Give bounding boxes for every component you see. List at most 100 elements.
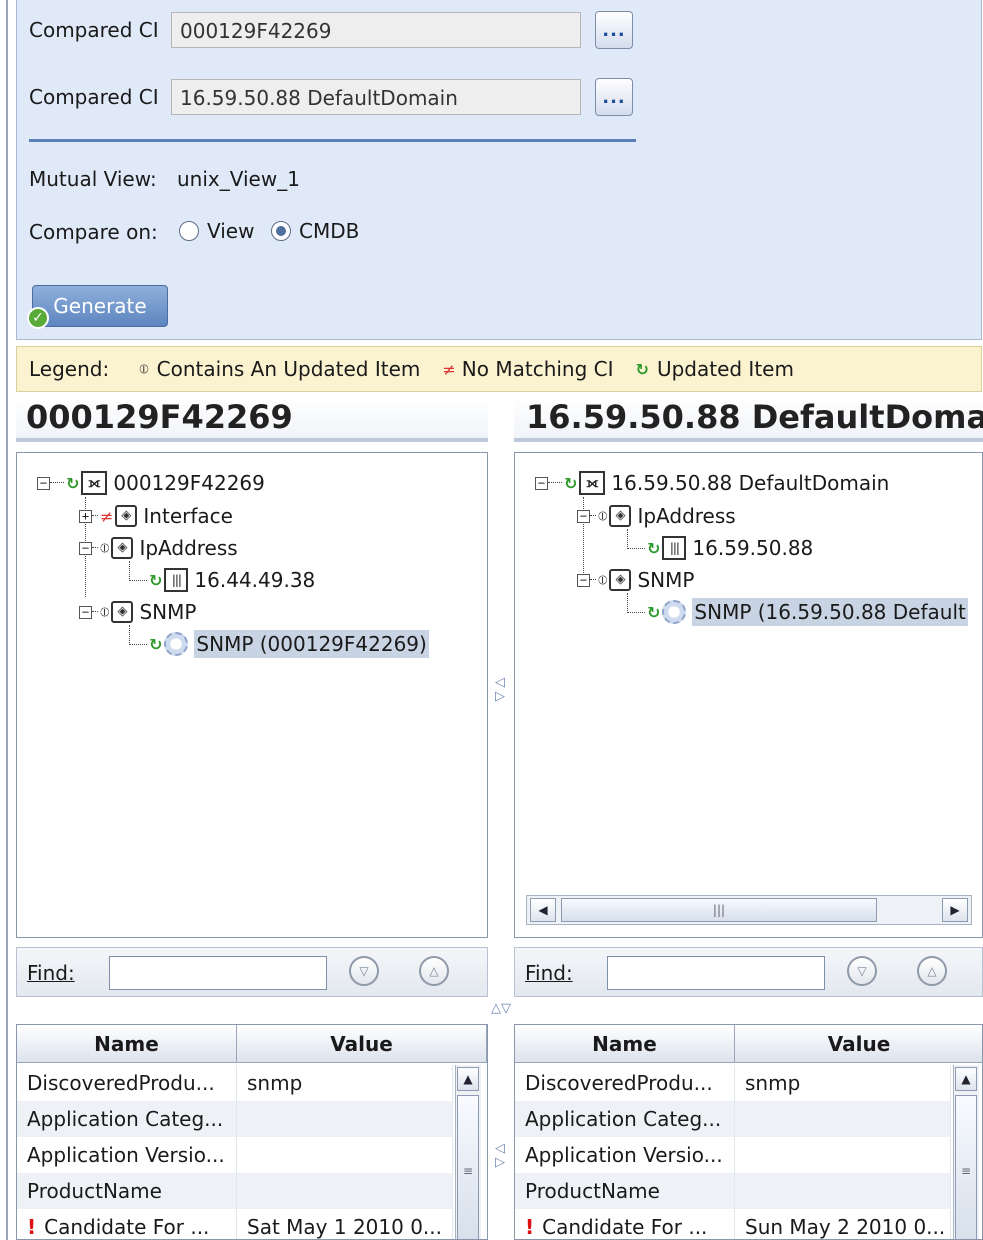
table-cell-value: Sun May 2 2010 0...: [735, 1209, 951, 1239]
contains-updated-icon: ⦶: [598, 508, 608, 524]
snmp-gear-icon: [164, 632, 189, 656]
horizontal-scrollbar[interactable]: ◀ ||| ▶: [526, 895, 972, 925]
left-find-bar: Find: ▽ △: [16, 947, 488, 997]
radio-view-button[interactable]: [179, 221, 199, 241]
tree-node-snmp[interactable]: − ⦶ ◈ SNMP: [577, 565, 694, 595]
contains-updated-icon: ⦶: [139, 361, 149, 377]
table-cell-value: snmp: [237, 1065, 453, 1101]
tree-node-snmp-item[interactable]: ↻ SNMP (16.59.50.88 Default: [645, 597, 968, 627]
find-next-icon[interactable]: ▽: [349, 956, 379, 986]
ci-cube-icon: ◈: [115, 505, 138, 527]
table-cell-value: [735, 1173, 951, 1209]
scroll-left-icon[interactable]: ◀: [530, 898, 556, 922]
scroll-up-icon[interactable]: ▲: [955, 1067, 977, 1091]
scrollbar-thumb[interactable]: ≡: [955, 1095, 977, 1239]
host-icon: ⟗: [81, 471, 108, 495]
table-row-candidate: ! Candidate For ...: [515, 1209, 735, 1239]
contains-updated-icon: ⦶: [100, 604, 110, 620]
ci-cube-icon: ◈: [609, 505, 632, 527]
tree-node-ip-value[interactable]: ↻ ||| 16.59.50.88: [645, 533, 813, 563]
table-cell-name: Application Versio...: [515, 1137, 735, 1173]
radio-cmdb-button[interactable]: [271, 221, 291, 241]
tree-node-label: SNMP: [139, 600, 197, 624]
updated-item-icon: ↻: [564, 473, 578, 493]
column-header-name[interactable]: Name: [515, 1025, 735, 1063]
tree-node-label: IpAddress: [637, 504, 736, 528]
compared-ci-1-label: Compared CI: [29, 18, 159, 42]
compared-ci-1-field[interactable]: 000129F42269: [171, 12, 581, 48]
column-header-name[interactable]: Name: [17, 1025, 237, 1063]
column-header-value[interactable]: Value: [237, 1025, 487, 1063]
find-next-icon[interactable]: ▽: [847, 956, 877, 986]
tree-node-label: 16.59.50.88 DefaultDomain: [611, 471, 890, 495]
expand-icon[interactable]: +: [79, 509, 92, 523]
vertical-scrollbar[interactable]: ▲ ≡: [953, 1065, 979, 1239]
tree-node-ipaddress[interactable]: − ⦶ ◈ IpAddress: [79, 533, 238, 563]
find-input[interactable]: [109, 956, 327, 990]
ci-cube-icon: ◈: [111, 537, 134, 559]
tree-node-ipaddress[interactable]: − ⦶ ◈ IpAddress: [577, 501, 736, 531]
tree-node-snmp[interactable]: − ⦶ ◈ SNMP: [79, 597, 196, 627]
generate-button[interactable]: Generate: [32, 285, 168, 327]
column-header-value[interactable]: Value: [735, 1025, 982, 1063]
tree-node-label: 000129F42269: [113, 471, 265, 495]
updated-item-icon: ↻: [149, 634, 163, 654]
collapse-icon[interactable]: −: [577, 509, 590, 523]
right-properties-table[interactable]: Name Value DiscoveredProdu... snmp Appli…: [514, 1024, 983, 1240]
host-icon: ⟗: [579, 471, 606, 495]
find-previous-icon[interactable]: △: [419, 956, 449, 986]
vertical-scrollbar[interactable]: ▲ ≡: [455, 1065, 481, 1239]
table-cell-value: [237, 1137, 453, 1173]
radio-view-label: View: [207, 219, 255, 243]
collapse-icon[interactable]: −: [577, 573, 590, 587]
mutual-view-value: unix_View_1: [177, 167, 300, 191]
tree-node-interface[interactable]: + ≠ ◈ Interface: [79, 501, 233, 531]
find-label: Find:: [27, 961, 75, 985]
tree-node-label-selected: SNMP (16.59.50.88 Default: [692, 598, 968, 626]
tree-node-ip-value[interactable]: ↻ ||| 16.44.49.38: [147, 565, 315, 595]
updated-item-icon: ↻: [66, 473, 80, 493]
browse-ci-2-button[interactable]: ...: [595, 78, 633, 116]
scrollbar-thumb[interactable]: ≡: [457, 1095, 479, 1239]
compared-ci-2-field[interactable]: 16.59.50.88 DefaultDomain: [171, 79, 581, 115]
left-tree-pane[interactable]: − ↻ ⟗ 000129F42269 + ≠ ◈ Interface − ⦶ ◈…: [16, 452, 488, 938]
scrollbar-thumb[interactable]: |||: [561, 898, 877, 922]
browse-ci-1-button[interactable]: ...: [595, 11, 633, 49]
scroll-up-icon[interactable]: ▲: [457, 1067, 479, 1091]
collapse-icon[interactable]: −: [79, 605, 92, 619]
window-left-border: [6, 0, 8, 1240]
find-input[interactable]: [607, 956, 825, 990]
check-icon: ✓: [27, 307, 49, 329]
splitter-arrows-icon[interactable]: ◁ ▷: [491, 1142, 509, 1170]
mutual-view-label: Mutual View:: [29, 167, 157, 191]
collapse-icon[interactable]: −: [79, 541, 92, 555]
updated-item-icon: ↻: [635, 359, 649, 379]
collapse-icon[interactable]: −: [37, 476, 50, 490]
table-cell-value: [735, 1137, 951, 1173]
ip-address-icon: |||: [662, 536, 687, 560]
collapse-icon[interactable]: −: [535, 476, 548, 490]
tree-node-snmp-item[interactable]: ↻ SNMP (000129F42269): [147, 629, 429, 659]
table-cell-name: Candidate For ...: [44, 1215, 210, 1239]
tree-node-label: 16.59.50.88: [692, 536, 814, 560]
left-properties-table[interactable]: Name Value DiscoveredProdu... snmp Appli…: [16, 1024, 488, 1240]
radio-cmdb-option[interactable]: CMDB: [271, 219, 359, 243]
table-cell-value: [237, 1173, 453, 1209]
radio-view-option[interactable]: View: [179, 219, 254, 243]
updated-item-icon: ↻: [647, 538, 661, 558]
splitter-arrows-icon[interactable]: ◁ ▷: [491, 676, 509, 704]
scroll-right-icon[interactable]: ▶: [942, 898, 968, 922]
table-cell-name: Application Versio...: [17, 1137, 237, 1173]
tree-node-root[interactable]: − ↻ ⟗ 16.59.50.88 DefaultDomain: [535, 468, 889, 498]
find-previous-icon[interactable]: △: [917, 956, 947, 986]
left-pane-title: 000129F42269: [16, 398, 488, 442]
table-cell-value: [735, 1101, 951, 1137]
table-row-candidate: ! Candidate For ...: [17, 1209, 237, 1239]
right-tree-pane[interactable]: − ↻ ⟗ 16.59.50.88 DefaultDomain − ⦶ ◈ Ip…: [514, 452, 983, 938]
tree-node-root[interactable]: − ↻ ⟗ 000129F42269: [37, 468, 265, 498]
legend-updated-item: Updated Item: [656, 357, 794, 381]
splitter-up-down-icon[interactable]: △▽: [481, 1002, 521, 1016]
table-cell-value: Sat May 1 2010 0...: [237, 1209, 453, 1239]
table-cell-name: DiscoveredProdu...: [17, 1065, 237, 1101]
ci-cube-icon: ◈: [609, 569, 632, 591]
